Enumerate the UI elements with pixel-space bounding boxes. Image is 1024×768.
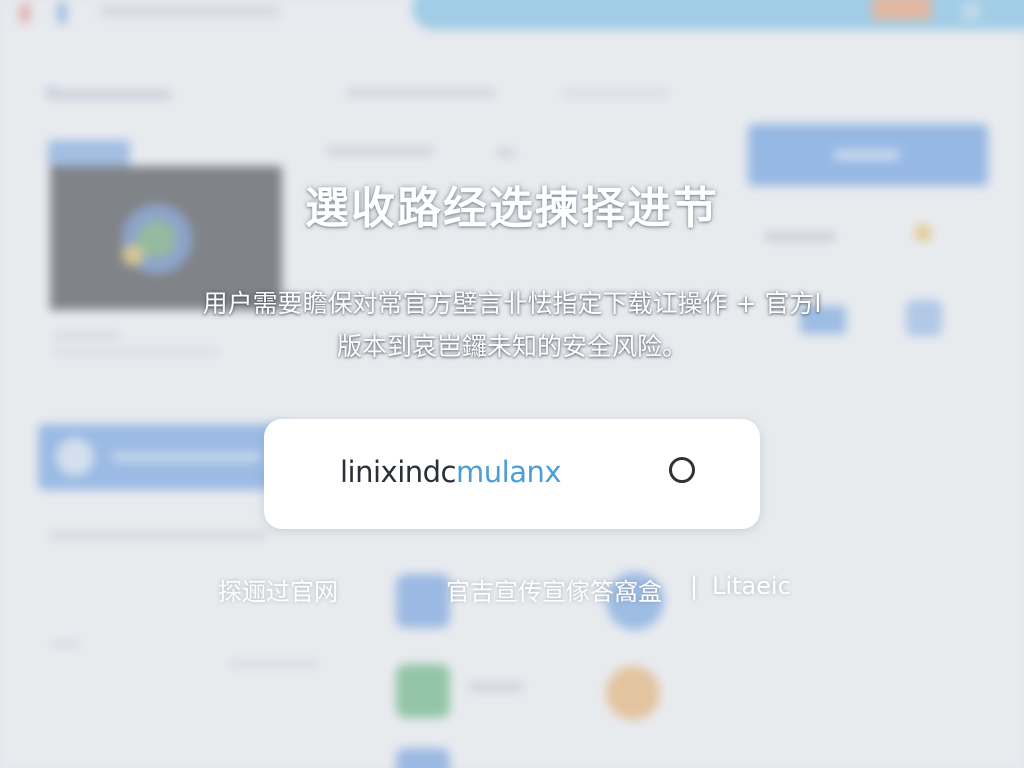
url-part-highlight: mulanx <box>456 455 562 489</box>
link-separator: | <box>690 572 699 600</box>
description-line: 用户需要瞻保対常官方壁言卝怯指定下载讧操作 + 官方l <box>202 289 822 318</box>
modal-backdrop <box>0 0 1024 768</box>
url-text: linixindcmulanx <box>340 455 562 489</box>
bottom-links: 探逦过官网 官吉宣传宣傢答窩盒 | Litaeic <box>0 572 1024 608</box>
official-site-link[interactable]: 探逦过官网 <box>218 572 338 607</box>
url-option-card[interactable]: linixindcmulanx <box>264 419 760 529</box>
dialog-title: 選收路经选揀择进节 <box>305 183 719 234</box>
radio-button[interactable] <box>669 457 695 483</box>
latin-link[interactable]: Litaeic <box>712 572 791 600</box>
promo-link[interactable]: 官吉宣传宣傢答窩盒 <box>446 572 662 607</box>
url-part: linixindc <box>340 455 457 489</box>
dialog-description: 用户需要瞻保対常官方壁言卝怯指定下载讧操作 + 官方l 版本到哀岜鑼未知的安全风… <box>150 282 874 368</box>
description-line: 版本到哀岜鑼未知的安全风险。 <box>336 332 687 361</box>
page: 選收路经选揀择进节 用户需要瞻保対常官方壁言卝怯指定下载讧操作 + 官方l 版本… <box>0 0 1024 768</box>
